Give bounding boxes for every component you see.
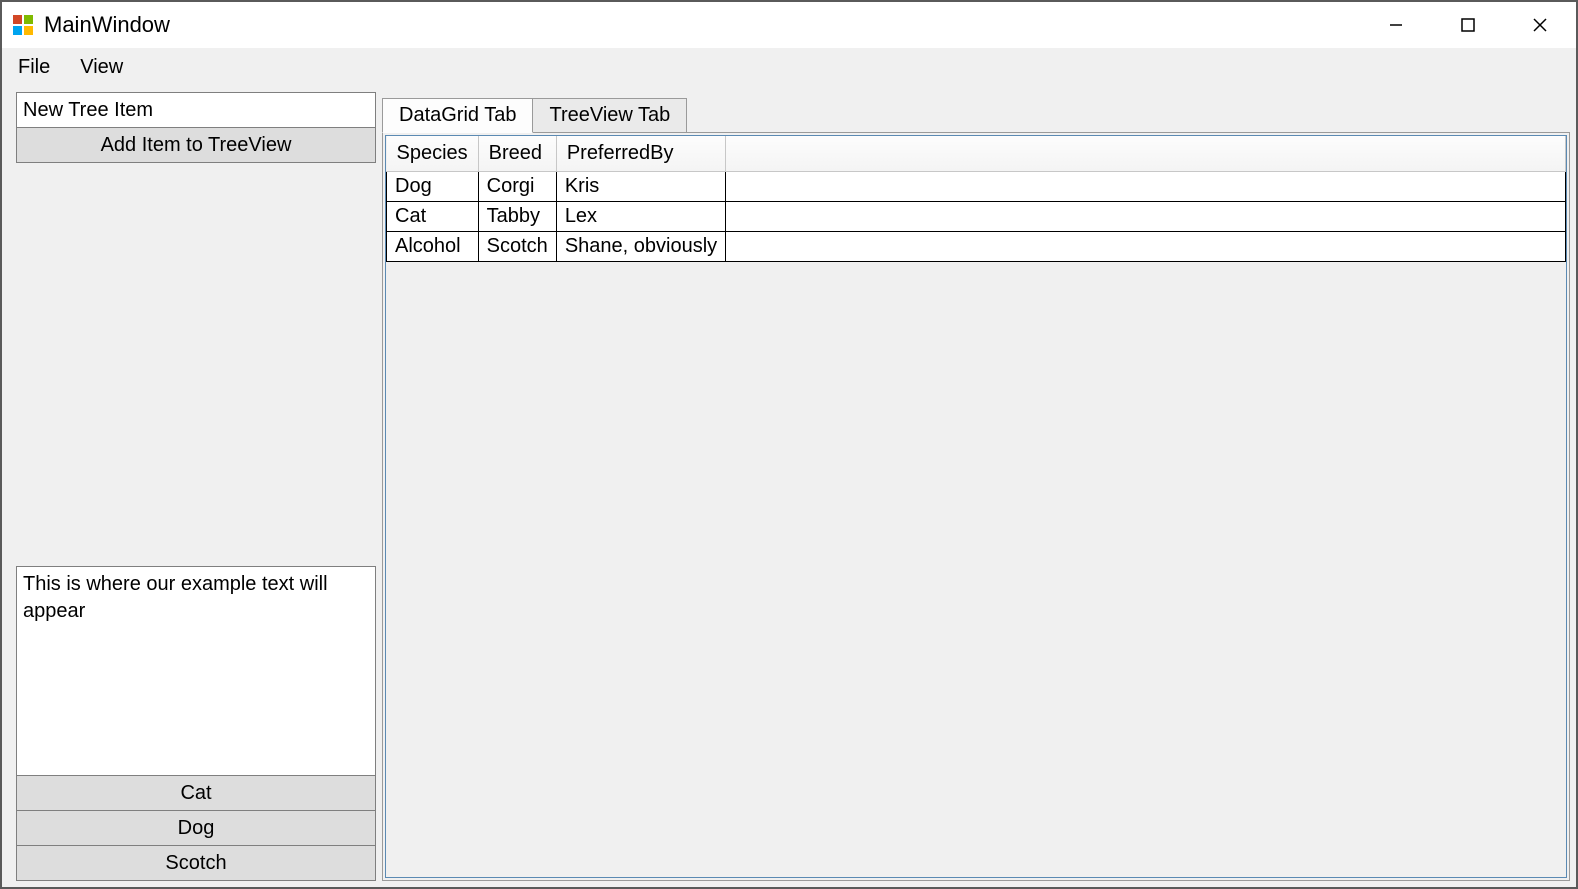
cell-species[interactable]: Cat bbox=[387, 202, 479, 232]
cell-filler bbox=[726, 232, 1566, 262]
tab-datagrid[interactable]: DataGrid Tab bbox=[382, 98, 533, 133]
minimize-button[interactable] bbox=[1360, 2, 1432, 48]
col-header-preferred[interactable]: PreferredBy bbox=[556, 136, 725, 172]
window-controls bbox=[1360, 2, 1576, 48]
col-header-filler bbox=[726, 136, 1566, 172]
col-header-species[interactable]: Species bbox=[387, 136, 479, 172]
table-row[interactable]: Dog Corgi Kris bbox=[387, 172, 1566, 202]
main-window: MainWindow File View Add Item to bbox=[0, 0, 1578, 889]
col-header-breed[interactable]: Breed bbox=[478, 136, 556, 172]
app-icon bbox=[12, 14, 34, 36]
cell-preferred[interactable]: Shane, obviously bbox=[556, 232, 725, 262]
right-pane: DataGrid Tab TreeView Tab Species Breed … bbox=[380, 86, 1576, 887]
cell-preferred[interactable]: Kris bbox=[556, 172, 725, 202]
cell-breed[interactable]: Scotch bbox=[478, 232, 556, 262]
action-button-2[interactable]: Scotch bbox=[16, 845, 376, 881]
cell-species[interactable]: Dog bbox=[387, 172, 479, 202]
tab-body: Species Breed PreferredBy Dog Corgi Kris bbox=[382, 132, 1570, 881]
cell-filler bbox=[726, 172, 1566, 202]
titlebar: MainWindow bbox=[2, 2, 1576, 48]
action-button-1[interactable]: Dog bbox=[16, 810, 376, 846]
datagrid-wrapper: Species Breed PreferredBy Dog Corgi Kris bbox=[385, 135, 1567, 878]
menu-view[interactable]: View bbox=[76, 54, 127, 81]
menubar: File View bbox=[2, 48, 1576, 86]
menu-file[interactable]: File bbox=[14, 54, 54, 81]
action-button-0[interactable]: Cat bbox=[16, 775, 376, 811]
example-text-block: This is where our example text will appe… bbox=[16, 566, 376, 776]
add-item-button[interactable]: Add Item to TreeView bbox=[16, 127, 376, 163]
close-button[interactable] bbox=[1504, 2, 1576, 48]
datagrid-header-row: Species Breed PreferredBy bbox=[387, 136, 1566, 172]
maximize-button[interactable] bbox=[1432, 2, 1504, 48]
tree-item-input[interactable] bbox=[16, 92, 376, 128]
tab-treeview[interactable]: TreeView Tab bbox=[532, 98, 687, 133]
cell-species[interactable]: Alcohol bbox=[387, 232, 479, 262]
left-pane: Add Item to TreeView This is where our e… bbox=[2, 86, 380, 887]
cell-preferred[interactable]: Lex bbox=[556, 202, 725, 232]
cell-breed[interactable]: Corgi bbox=[478, 172, 556, 202]
datagrid[interactable]: Species Breed PreferredBy Dog Corgi Kris bbox=[386, 136, 1566, 262]
window-title: MainWindow bbox=[44, 12, 170, 38]
table-row[interactable]: Cat Tabby Lex bbox=[387, 202, 1566, 232]
cell-filler bbox=[726, 202, 1566, 232]
client-area: Add Item to TreeView This is where our e… bbox=[2, 86, 1576, 887]
tab-header: DataGrid Tab TreeView Tab bbox=[382, 92, 1570, 132]
table-row[interactable]: Alcohol Scotch Shane, obviously bbox=[387, 232, 1566, 262]
cell-breed[interactable]: Tabby bbox=[478, 202, 556, 232]
